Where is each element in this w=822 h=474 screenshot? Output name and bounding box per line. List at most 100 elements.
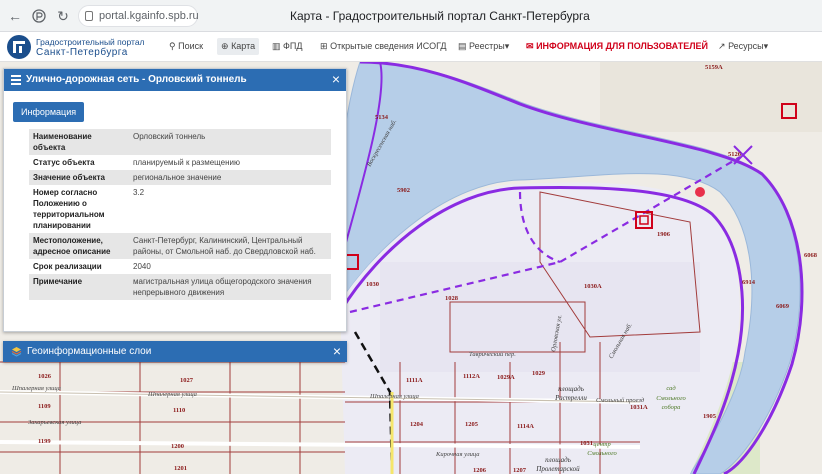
logo-title: Градостроительный портал [36, 37, 145, 47]
parcel-label: 6069 [776, 303, 790, 310]
street-label: Кирочная улица [435, 451, 480, 458]
street-label: Смольный проезд [596, 397, 645, 404]
back-icon[interactable]: ← [6, 7, 24, 25]
parcel-label: 1109 [38, 403, 51, 410]
square-label: Пролетарской [535, 465, 580, 473]
layers-panel-header[interactable]: Геоинформационные слои × [3, 341, 347, 362]
menu-search-label: Поиск [178, 41, 204, 51]
site-header: Градостроительный портал Санкт-Петербург… [0, 32, 822, 62]
street-label: Таврический пер. [469, 351, 516, 358]
globe-icon: ⊕ [221, 41, 229, 51]
parcel-label: 1200 [171, 443, 184, 450]
attribute-value: Орловский тоннель [129, 129, 331, 155]
window-title: Карта - Градостроительный портал Санкт-П… [290, 9, 590, 23]
parcel-label: 1030 [366, 281, 379, 288]
attribute-value: 3.2 [133, 188, 145, 197]
parcel-label: 6068 [804, 252, 818, 259]
menu-user-info-label: ИНФОРМАЦИЯ ДЛЯ ПОЛЬЗОВАТЕЛЕЙ [536, 41, 709, 51]
menu-icon [11, 75, 21, 85]
parcel-label: 1031 [580, 440, 593, 447]
external-link-icon: ↗ [718, 41, 726, 51]
menu-search[interactable]: ⚲ Поиск [169, 41, 203, 52]
attribute-name: Значение объекта [29, 170, 129, 185]
attribute-name: Срок реализации [33, 262, 102, 271]
garden-label: сад [666, 385, 676, 392]
table-row: Наименование объекта Орловский тоннель [29, 129, 331, 155]
caret-down-icon: ▾ [763, 41, 769, 51]
center-label: центр [593, 441, 611, 448]
address-text: portal.kgainfo.spb.ru [99, 10, 199, 22]
menu-map[interactable]: ⊕ Карта [217, 38, 260, 55]
parcel-label: 1201 [174, 465, 187, 472]
tab-information[interactable]: Информация [13, 102, 85, 122]
chat-icon: ✉ [526, 41, 534, 51]
parcel-label: 5902 [397, 187, 410, 194]
menu-isogd[interactable]: ⊞ Открытые сведения ИСОГД [320, 41, 446, 52]
close-icon[interactable]: × [332, 72, 340, 86]
location-pin[interactable] [695, 187, 705, 197]
parcel-label: 1029А [497, 374, 515, 381]
menu-registries[interactable]: ▤ Реестры▾ [458, 41, 509, 52]
attribute-value: 2040 [133, 262, 151, 271]
attribute-name: Номер согласно Положению о территориальн… [33, 188, 105, 230]
parcel-label: 1027 [180, 377, 194, 384]
address-bar[interactable]: portal.kgainfo.spb.ru [78, 5, 199, 27]
street-label: Захарьевская улица [28, 419, 81, 426]
portal-logo-icon[interactable] [6, 34, 32, 60]
menu-resources[interactable]: ↗ Ресурсы▾ [718, 41, 768, 52]
street-label: Шпалерная улица [11, 385, 61, 392]
parcel-label: 1906 [657, 231, 671, 238]
parcel-label: 1026 [38, 373, 52, 380]
parcel-label: 5126 [728, 151, 742, 158]
document-icon: ⊞ [320, 41, 328, 51]
close-icon[interactable]: × [333, 344, 341, 358]
parcel-label: 1112А [463, 373, 480, 380]
info-panel-header[interactable]: Улично-дорожная сеть - Орловский тоннель… [4, 69, 346, 91]
reader-icon[interactable] [30, 7, 48, 25]
reload-icon[interactable]: ↻ [54, 7, 72, 25]
parcel-label: 5159А [705, 64, 723, 71]
center-label: Смольного [587, 450, 617, 457]
parcel-label: 1206 [473, 467, 487, 474]
table-row: Значение объекта региональное значение [29, 170, 331, 185]
parcel-label: 1028 [445, 295, 459, 302]
parcel-label: 1205 [465, 421, 479, 428]
parcel-label: 1031А [630, 404, 648, 411]
parcel-label: 6914 [742, 279, 756, 286]
menu-fpd[interactable]: ▥ ФПД [272, 41, 302, 52]
parcel-label: 1030А [584, 283, 602, 290]
site-info-icon[interactable] [85, 11, 93, 21]
menu-isogd-label: Открытые сведения ИСОГД [330, 41, 447, 51]
menu-resources-label: Ресурсы [728, 41, 764, 51]
parcel-label: 1029 [532, 370, 546, 377]
attribute-table: Наименование объекта Орловский тоннель С… [29, 129, 331, 300]
attribute-name: Наименование объекта [29, 129, 129, 155]
list-icon: ▤ [458, 41, 467, 51]
browser-toolbar: ← ↻ portal.kgainfo.spb.ru Карта - Градос… [0, 0, 822, 32]
attribute-name: Статус объекта [33, 158, 95, 167]
parcel-label: 1114А [517, 423, 534, 430]
layers-icon [11, 347, 22, 357]
layers-panel-title: Геоинформационные слои [27, 346, 152, 357]
garden-label: Смольного [656, 395, 686, 402]
table-row: Статус объекта планируемый к размещению [29, 155, 331, 170]
search-icon: ⚲ [169, 41, 176, 51]
parcel-label: 1207 [513, 467, 527, 474]
street-label: Шпалерная улица [147, 391, 197, 398]
table-row: Номер согласно Положению о территориальн… [29, 185, 331, 233]
caret-down-icon: ▾ [504, 41, 510, 51]
table-row: Примечание магистральная улица общегород… [29, 274, 331, 300]
attribute-value: магистральная улица общегородского значе… [129, 274, 331, 300]
parcel-label: 1204 [410, 421, 424, 428]
square-label: площадь [545, 456, 571, 464]
menu-registries-label: Реестры [469, 41, 505, 51]
square-label: Растрелли [554, 394, 587, 402]
attribute-name: Местоположение, адресное описание [29, 233, 129, 259]
menu-fpd-label: ФПД [283, 41, 303, 51]
menu-user-info[interactable]: ✉ ИНФОРМАЦИЯ ДЛЯ ПОЛЬЗОВАТЕЛЕЙ [526, 41, 708, 52]
object-info-panel: Улично-дорожная сеть - Орловский тоннель… [3, 68, 347, 332]
table-row: Срок реализации 2040 [29, 259, 331, 274]
square-label: площадь [558, 385, 584, 393]
garden-label: собора [662, 404, 681, 411]
parcel-label: 1905 [703, 413, 717, 420]
